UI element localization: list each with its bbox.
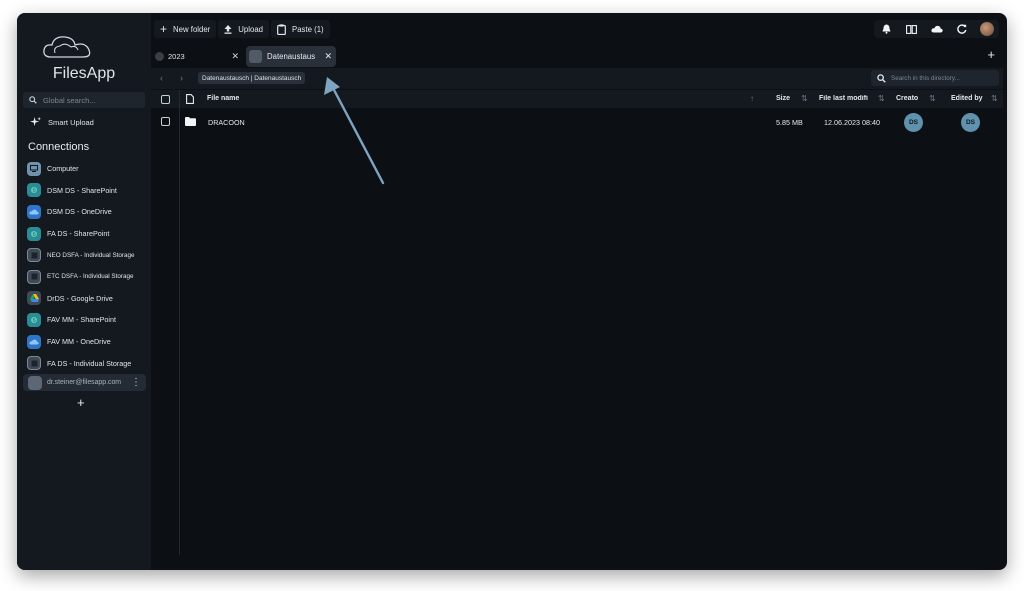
folder-icon [185,117,196,126]
column-edited-by[interactable]: Edited by [951,95,983,102]
account-item[interactable]: dr.steiner@filesapp.com ⋮ [23,374,146,391]
upload-icon [224,24,232,34]
edited-by-avatar: DS [961,113,980,132]
connection-item[interactable]: DSM DS - OneDrive [27,201,149,223]
app-window: FilesApp Global search... Smart Upload C… [17,13,1007,570]
user-profile-button[interactable] [974,20,999,38]
sidebar: FilesApp Global search... Smart Upload C… [17,13,151,570]
directory-search-placeholder: Search in this directory... [891,74,960,82]
table-header: File name ↑ Size ⇅ File last modifi ⇅ Cr… [151,90,1003,108]
path-bar: ‹ › Datenaustausch | Datenaustausch Sear… [151,68,1003,89]
connection-item[interactable]: Computer [27,158,149,180]
cloud-sync-button[interactable] [924,20,949,38]
tab-datenaustausch[interactable]: Datenaustausch ✕ [246,46,336,67]
back-arrow-icon[interactable]: ‹ [160,73,163,83]
column-file-name[interactable]: File name [207,95,239,102]
forward-arrow-icon[interactable]: › [180,73,183,83]
select-all-checkbox[interactable] [161,95,170,104]
sharepoint-icon: S [27,183,41,198]
close-tab-icon[interactable]: ✕ [324,51,332,62]
column-divider [179,90,180,555]
new-folder-button[interactable]: + New folder [154,20,217,38]
connection-item[interactable]: FAV MM - OneDrive [27,331,149,353]
computer-icon [27,161,41,176]
global-search-placeholder: Global search... [43,95,96,105]
toolbar: + New folder Upload Paste (1) [154,20,330,38]
more-options-icon[interactable]: ⋮ [131,377,141,388]
connection-item[interactable]: S FAV MM - SharePoint [27,309,149,331]
google-drive-icon [27,291,41,306]
svg-text:S: S [33,188,36,193]
column-last-modified[interactable]: File last modifi [819,95,875,102]
column-created-by[interactable]: Creato [896,95,918,102]
smart-upload-button[interactable]: Smart Upload [30,117,94,128]
columns-icon [906,24,917,34]
add-tab-button[interactable]: + [987,47,995,62]
file-icon [186,94,194,104]
tab-2023[interactable]: 2023 ✕ [151,47,243,65]
connection-item[interactable]: ETC DSFA - Individual Storage [27,266,149,288]
sharepoint-icon: S [27,226,41,241]
sharepoint-icon: S [27,312,41,327]
cloud-icon [930,25,943,33]
close-tab-icon[interactable]: ✕ [231,51,239,62]
created-by-avatar: DS [904,113,923,132]
app-name: FilesApp [52,65,116,82]
search-icon [29,96,37,104]
file-modified: 12.06.2023 08:40 [824,118,880,127]
refresh-button[interactable] [949,20,974,38]
connection-thumbnail-icon [249,50,262,63]
storage-icon [27,356,41,371]
avatar [979,22,994,36]
notifications-button[interactable] [874,20,899,38]
plus-icon: + [160,22,168,36]
connection-item[interactable]: FA DS - Individual Storage [27,352,149,374]
sort-icon[interactable]: ⇅ [929,94,936,103]
file-name[interactable]: DRACOON [208,118,245,127]
sort-icon[interactable]: ⇅ [878,94,885,103]
add-connection-button[interactable]: + [77,395,85,410]
account-email: dr.steiner@filesapp.com [47,379,122,386]
right-tools [874,20,999,38]
file-size: 5.85 MB [776,118,803,127]
folder-tab-icon [155,51,164,61]
storage-icon [27,248,41,263]
account-avatar [28,375,42,390]
paste-button[interactable]: Paste (1) [271,20,330,38]
table-row[interactable]: DRACOON 5.85 MB 12.06.2023 08:40 DS DS [151,112,1003,132]
split-view-button[interactable] [899,20,924,38]
sparkle-icon [30,117,41,127]
sort-icon[interactable]: ⇅ [991,94,998,103]
connection-item[interactable]: DrDS - Google Drive [27,288,149,310]
smart-upload-label: Smart Upload [48,118,94,127]
onedrive-icon [27,204,41,219]
connection-item[interactable]: S FA DS - SharePoint [27,223,149,245]
upload-button[interactable]: Upload [218,20,270,38]
sort-ascending-icon[interactable]: ↑ [750,94,754,103]
clipboard-icon [277,23,286,35]
breadcrumb[interactable]: Datenaustausch | Datenaustausch [198,72,306,84]
directory-search-input[interactable]: Search in this directory... [871,70,999,86]
global-search-input[interactable]: Global search... [23,92,145,108]
svg-text:S: S [33,318,36,323]
connections-title: Connections [28,141,90,153]
onedrive-icon [27,334,41,349]
storage-icon [27,269,41,284]
connections-list: Computer S DSM DS - SharePoint DSM DS - … [27,158,149,374]
bell-icon [882,24,891,34]
column-size[interactable]: Size [776,95,790,102]
connection-item[interactable]: NEO DSFA - Individual Storage [27,244,149,266]
refresh-icon [956,24,966,34]
svg-text:S: S [33,231,36,236]
search-icon [877,73,886,83]
connection-item[interactable]: S DSM DS - SharePoint [27,180,149,202]
sort-icon[interactable]: ⇅ [801,94,808,103]
cloud-logo-icon [43,36,91,58]
row-checkbox[interactable] [161,117,170,126]
